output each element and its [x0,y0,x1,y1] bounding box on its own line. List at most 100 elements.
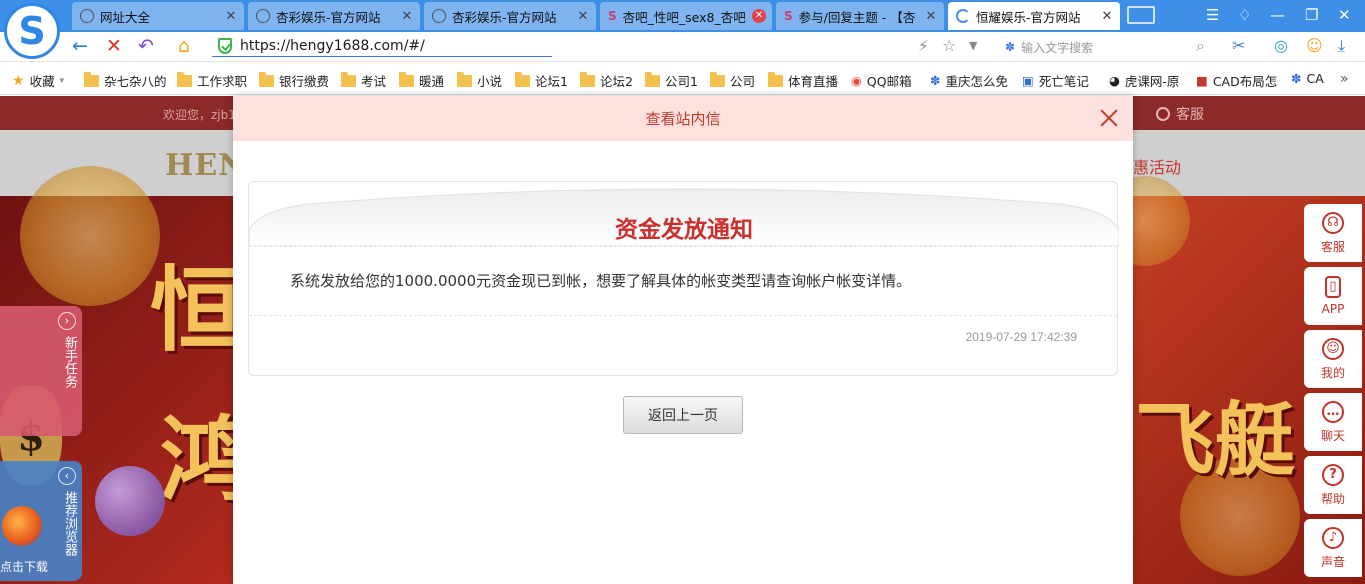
bookmark-item[interactable]: ◕ 虎课网-原 [1109,71,1179,90]
bookmark-item[interactable]: 银行缴费 [259,71,329,90]
bookmark-label: QQ邮箱 [866,74,912,89]
dropdown-icon[interactable]: ▼ [969,36,977,56]
message-modal: 查看站内信 资金发放通知 系统发放给您的1000.0000元资金现已到帐，想要了… [233,96,1133,584]
lottery-ball-image [95,466,165,536]
bookmark-item[interactable]: 考试 [341,71,386,90]
notice-timestamp: 2019-07-29 17:42:39 [965,330,1077,344]
folder-icon [768,71,783,87]
undo-icon[interactable]: ↶ [138,36,154,56]
folder-icon [259,71,274,87]
more-bookmarks-icon[interactable]: » [1340,71,1349,87]
close-icon[interactable] [1097,106,1121,130]
tab-2[interactable]: 杏彩娱乐-官方网站 ✕ [424,2,596,30]
side-kefu-button[interactable]: ☊ 客服 [1304,204,1362,262]
bookmark-item[interactable]: 论坛1 [515,71,568,90]
tab-close-icon[interactable]: ✕ [1100,9,1114,24]
tab-4[interactable]: S 参与/回复主题 - 【杏 ✕ [776,2,944,30]
tab-close-icon[interactable]: ✕ [576,9,590,24]
bookmark-item[interactable]: ◉ QQ邮箱 [851,71,912,90]
tab-1[interactable]: 杏彩娱乐-官方网站 ✕ [248,2,420,30]
site-favicon-icon [432,9,446,23]
download-link[interactable]: 点击下载 [0,558,48,575]
tiger-icon: ◕ [1109,73,1120,88]
bookmark-favorites[interactable]: ★ 收藏 ▾ [12,71,64,90]
favorite-star-icon[interactable]: ☆ [942,36,956,56]
bookmark-item[interactable]: 工作求职 [177,71,247,90]
baidu-paw-icon: ✽ [1291,71,1302,86]
s-favicon-icon: S [784,9,793,23]
folder-icon [645,71,660,87]
newbie-task-label: 新手任务 [62,336,77,388]
emoji-icon[interactable]: ☺ [1306,36,1323,56]
folder-icon [341,71,356,87]
side-help-button[interactable]: ? 帮助 [1304,456,1362,514]
close-window-icon[interactable]: ✕ [1338,6,1351,24]
top-kefu-link[interactable]: 客服 [1156,104,1204,124]
site-favicon-icon: ▣ [1022,73,1034,88]
menu-icon[interactable]: ☰ [1206,6,1219,24]
bookmark-item[interactable]: ✽ 重庆怎么免 [930,71,1008,90]
bookmark-label: 杂七杂八的 [104,74,167,89]
side-chat-button[interactable]: … 聊天 [1304,393,1362,451]
tab-title: 恒耀娱乐-官方网站 [976,9,1081,25]
gold-coin-decoration [20,166,160,306]
restore-icon[interactable]: ❐ [1305,6,1318,24]
back-icon[interactable]: ← [72,36,88,56]
stop-icon[interactable]: ✕ [106,36,122,56]
secure-shield-icon [218,37,232,54]
side-label: 声音 [1320,554,1345,569]
translate-icon[interactable]: ◎ [1274,36,1288,56]
side-app-button[interactable]: ▯ APP [1304,267,1362,325]
bookmark-label: CA [1306,71,1324,86]
bookmark-item[interactable]: ■ CAD布局怎 [1196,71,1277,90]
loading-spinner-icon [956,9,970,23]
side-sound-button[interactable]: ♪ 声音 [1304,519,1362,577]
new-tab-button[interactable] [1127,6,1155,24]
tab-close-icon[interactable]: ✕ [400,9,414,24]
newbie-task-float[interactable]: › 新手任务 [0,306,82,436]
modal-header: 查看站内信 [233,96,1133,141]
promo-nav-link[interactable]: 惠活动 [1133,154,1181,178]
search-icon[interactable]: ⌕ [1196,36,1205,56]
site-favicon-icon [256,9,270,23]
address-bar[interactable]: https://hengy1688.com/#/ [212,35,552,57]
bookmark-item[interactable]: 公司1 [645,71,698,90]
skin-icon[interactable]: ♢ [1238,6,1251,24]
browser-logo[interactable]: S [4,3,60,59]
scissors-icon[interactable]: ✂ [1232,36,1245,56]
bookmarks-bar: ★ 收藏 ▾ 杂七杂八的 工作求职 银行缴费 考试 暖通 小说 论坛1 论坛2 公司… [0,63,1365,95]
bookmark-item[interactable]: 公司 [710,71,755,90]
bookmark-item[interactable]: 小说 [457,71,502,90]
folder-icon [710,71,725,87]
modal-title: 查看站内信 [645,110,721,128]
tab-close-icon[interactable]: ✕ [752,9,766,23]
url-text[interactable]: https://hengy1688.com/#/ [240,38,425,54]
tab-close-icon[interactable]: ✕ [924,9,938,24]
globe-icon [80,9,94,23]
speaker-icon: ♪ [1322,526,1344,549]
bookmark-label: 银行缴费 [279,74,330,89]
bookmark-item[interactable]: 杂七杂八的 [84,71,167,90]
back-button[interactable]: 返回上一页 [623,396,743,434]
bookmark-item[interactable]: ▣ 死亡笔记 [1022,71,1089,90]
tab-5-active[interactable]: 恒耀娱乐-官方网站 ✕ [948,2,1120,30]
notice-title: 资金发放通知 [615,217,753,243]
download-icon[interactable]: ⤓ [1338,36,1345,56]
minimize-icon[interactable]: — [1270,6,1285,24]
folder-icon [580,71,595,87]
lightning-icon[interactable]: ⚡ [918,36,929,56]
bookmark-item[interactable]: 体育直播 [768,71,838,90]
tab-3[interactable]: S 杏吧_性吧_sex8_杏吧 ✕ [600,2,772,30]
bookmark-item[interactable]: 暖通 [399,71,444,90]
bookmark-item[interactable]: ✽ CA [1291,71,1324,86]
tab-close-icon[interactable]: ✕ [224,9,238,24]
bookmark-item[interactable]: 论坛2 [580,71,633,90]
help-icon: ? [1322,463,1344,486]
side-mine-button[interactable]: ☺ 我的 [1304,330,1362,388]
home-icon[interactable]: ⌂ [178,36,190,56]
divider [249,315,1117,316]
tab-0[interactable]: 网址大全 ✕ [72,2,244,30]
bookmark-label: 公司 [730,74,756,89]
headset-icon: ☊ [1322,211,1344,234]
search-input[interactable]: ✽ 输入文字搜索 [1005,37,1185,57]
